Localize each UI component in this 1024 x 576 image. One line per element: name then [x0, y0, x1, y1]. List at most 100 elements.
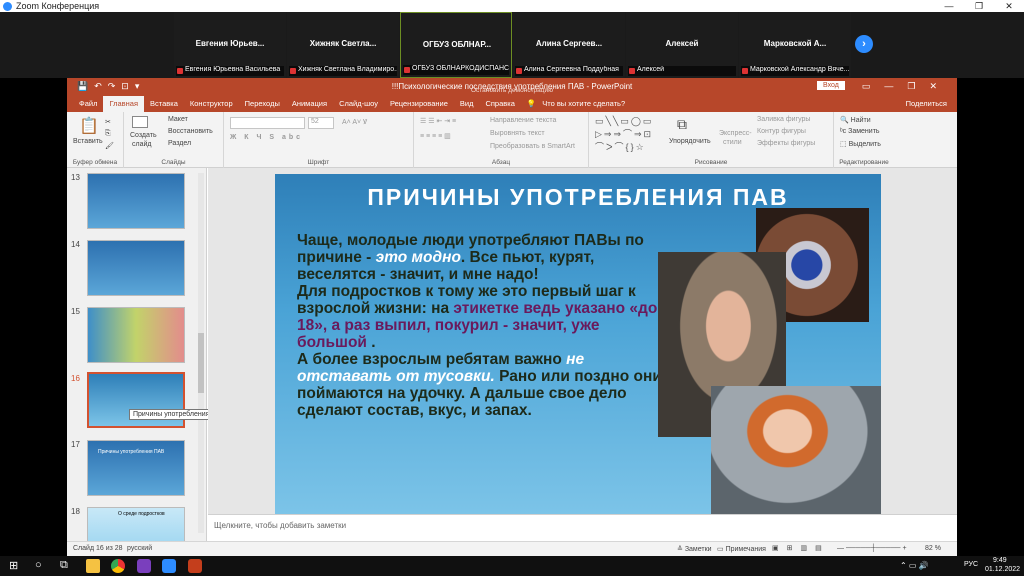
app-icon[interactable]: [137, 559, 151, 573]
align-text-button[interactable]: Выровнять текст: [490, 130, 545, 137]
participant-tile[interactable]: Хижняк Светла... Хижняк Светлана Владими…: [287, 12, 399, 78]
text-run-highlight: это модно: [375, 249, 461, 266]
find-button[interactable]: 🔍 Найти: [840, 116, 871, 124]
windows-start-icon[interactable]: ⊞: [9, 559, 23, 573]
tab-view[interactable]: Вид: [454, 99, 480, 112]
thumb-number: 13: [71, 173, 80, 182]
slide-title: ПРИЧИНЫ УПОТРЕБЛЕНИЯ ПАВ: [367, 184, 789, 210]
thumbnails-scrollbar[interactable]: [198, 173, 204, 533]
tell-me-search[interactable]: Что вы хотите сделать?: [542, 99, 631, 112]
new-slide-icon: [132, 116, 148, 128]
language-status[interactable]: русский: [127, 545, 152, 552]
list-buttons[interactable]: ☰ ☰ ⇤ ⇥ ≡: [420, 117, 456, 125]
task-view-icon[interactable]: ⧉: [60, 559, 74, 573]
ribbon: 📋 Вставить ✂ ⎘ 🖌 Буфер обмена Создать сл…: [67, 112, 957, 168]
participant-tile[interactable]: Евгения Юрьев... Евгения Юрьевна Василье…: [174, 12, 286, 78]
thumb-number: 14: [71, 240, 80, 249]
tab-review[interactable]: Рецензирование: [384, 99, 454, 112]
clock-date[interactable]: 01.12.2022: [985, 566, 1020, 573]
slide-thumbnail[interactable]: [87, 173, 185, 229]
zoom-level[interactable]: 82 %: [925, 545, 941, 552]
notes-pane[interactable]: Щелкните, чтобы добавить заметки: [208, 514, 957, 541]
tab-insert[interactable]: Вставка: [144, 99, 184, 112]
font-size-controls[interactable]: A˄ A˅ Ꝟ: [342, 118, 367, 127]
participant-tile-active-speaker[interactable]: ОГБУЗ ОБЛНАР... ОГБУЗ ОБЛНАРКОДИСПАНСЕР: [400, 12, 512, 78]
quick-styles-button-line2[interactable]: стили: [723, 139, 742, 146]
comments-label: Примечания: [725, 546, 766, 553]
arrange-button[interactable]: Упорядочить: [669, 138, 711, 145]
layout-button[interactable]: Макет: [168, 116, 188, 123]
new-slide-button[interactable]: Создать: [130, 132, 157, 139]
notes-toggle[interactable]: ≙ Заметки: [677, 545, 712, 553]
select-label: Выделить: [848, 141, 881, 148]
clock-time[interactable]: 9:49: [993, 557, 1007, 564]
slide-thumbnail[interactable]: Причины употребления ПАВ: [87, 440, 185, 496]
participant-tile[interactable]: Алина Сергеев... Алина Сергеевна Поддубн…: [513, 12, 625, 78]
window-controls[interactable]: ▭—❐✕: [862, 81, 951, 92]
participant-label: Евгения Юрьевна Васильева: [176, 66, 284, 76]
tab-file[interactable]: Файл: [73, 99, 103, 112]
share-button[interactable]: Поделиться: [906, 99, 957, 112]
font-family-input[interactable]: [230, 117, 305, 129]
view-buttons[interactable]: ▣⊞▥▤: [772, 544, 830, 552]
thumb-number: 16: [71, 374, 80, 383]
tray-icons[interactable]: ⌃ ▭ 🔊: [900, 561, 929, 570]
comments-toggle[interactable]: ▭ Примечания: [717, 545, 766, 553]
reset-button[interactable]: Восстановить: [168, 128, 213, 135]
arrange-icon: ⧉: [677, 116, 687, 132]
minimize-icon[interactable]: —: [934, 1, 964, 12]
current-slide[interactable]: ПРИЧИНЫ УПОТРЕБЛЕНИЯ ПАВ Чаще, молодые л…: [275, 174, 881, 515]
clipboard-group: 📋 Вставить ✂ ⎘ 🖌 Буфер обмена: [67, 112, 124, 168]
font-size-input[interactable]: 52: [308, 117, 334, 129]
participant-name: Марковской А...: [763, 39, 827, 48]
windows-taskbar: ⊞ ○ ⧉ ⌃ ▭ 🔊 РУС 9:49 01.12.2022: [0, 556, 1024, 576]
tab-home[interactable]: Главная: [103, 96, 144, 112]
tab-help[interactable]: Справка: [479, 99, 520, 112]
font-style-buttons[interactable]: Ж К Ч S abc: [230, 134, 303, 141]
tab-animation[interactable]: Анимация: [286, 99, 333, 112]
cut-icon[interactable]: ✂: [105, 118, 111, 126]
section-button[interactable]: Раздел: [168, 140, 191, 147]
shapes-gallery[interactable]: ▭╲╲▭◯▭ ▷⇒⇒⌒⇒⊡ ⌒ᐳ⌒{}☆: [595, 116, 653, 153]
participant-name: Алина Сергеев...: [535, 39, 603, 48]
login-button[interactable]: Вход: [817, 81, 845, 90]
zoom-taskbar-icon[interactable]: [162, 559, 176, 573]
maximize-icon[interactable]: ❐: [964, 1, 994, 12]
ppt-title-bar: 💾↶↷⊡▾ !!!Психологические последствия упо…: [67, 78, 957, 95]
quick-styles-button[interactable]: Экспресс-: [719, 130, 752, 137]
tab-design[interactable]: Конструктор: [184, 99, 239, 112]
paste-button[interactable]: Вставить: [73, 138, 103, 145]
text-direction-button[interactable]: Направление текста: [490, 117, 556, 124]
tab-slideshow[interactable]: Слайд-шоу: [333, 99, 384, 112]
slide-thumbnail[interactable]: [87, 307, 185, 363]
replace-button[interactable]: ᵇc Заменить: [840, 128, 880, 135]
file-explorer-icon[interactable]: [86, 559, 100, 573]
copy-icon[interactable]: ⎘: [105, 130, 111, 138]
slide-thumbnail[interactable]: [87, 240, 185, 296]
drawing-group: ▭╲╲▭◯▭ ▷⇒⇒⌒⇒⊡ ⌒ᐳ⌒{}☆ ⧉ Упорядочить Экспрес…: [589, 112, 834, 168]
scrollbar-thumb[interactable]: [198, 333, 204, 393]
align-buttons[interactable]: ≡ ≡ ≡ ≡ ▥: [420, 132, 451, 140]
close-icon[interactable]: ✕: [994, 1, 1024, 12]
format-painter-icon[interactable]: 🖌: [105, 142, 114, 150]
group-label: Редактирование: [839, 159, 889, 166]
search-icon[interactable]: ○: [35, 559, 49, 573]
text-run: .: [366, 334, 376, 351]
input-language[interactable]: РУС: [964, 561, 978, 568]
shape-effects-button[interactable]: Эффекты фигуры: [757, 140, 815, 147]
notes-label: Заметки: [684, 546, 712, 553]
slide-thumbnail[interactable]: О среде подростков: [87, 507, 185, 541]
shape-outline-button[interactable]: Контур фигуры: [757, 128, 806, 135]
slide-thumbnails-pane: 13 14 15 16 17 Причины употребления ПАВ …: [67, 168, 207, 541]
participant-tile[interactable]: Марковской А... Марковской Александр Вяч…: [739, 12, 851, 78]
powerpoint-taskbar-icon[interactable]: [188, 559, 202, 573]
arrow-right-icon[interactable]: ›: [855, 35, 873, 53]
smartart-button[interactable]: Преобразовать в SmartArt: [490, 143, 575, 150]
tab-transitions[interactable]: Переходы: [239, 99, 286, 112]
shape-fill-button[interactable]: Заливка фигуры: [757, 116, 810, 123]
select-button[interactable]: ⬚ Выделить: [840, 140, 881, 148]
participant-tile[interactable]: Алексей Алексей: [626, 12, 738, 78]
zoom-slider[interactable]: — ─────┼───── +: [837, 545, 907, 552]
new-slide-button-line2[interactable]: слайд: [132, 141, 151, 148]
chrome-icon[interactable]: [111, 559, 125, 573]
